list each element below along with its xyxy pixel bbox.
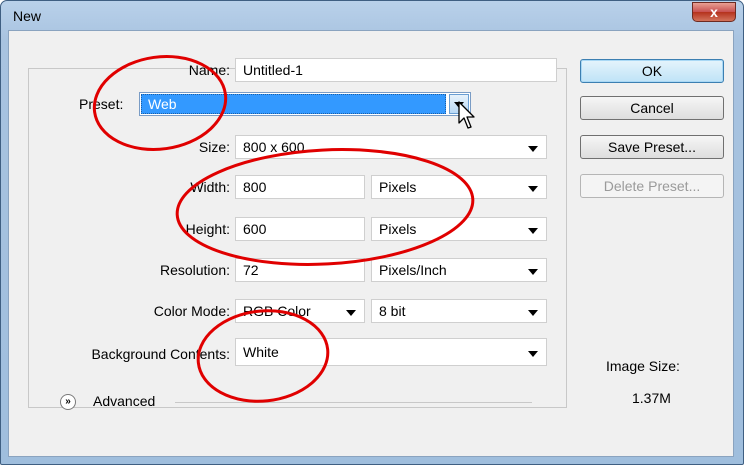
width-input[interactable]: 800 <box>235 175 365 199</box>
background-contents-value: White <box>243 344 279 360</box>
chevron-down-icon <box>528 186 538 192</box>
height-label: Height: <box>185 221 230 237</box>
chevron-down-icon <box>528 269 538 275</box>
background-contents-label: Background Contents: <box>91 346 230 362</box>
image-size-value: 1.37M <box>632 390 671 406</box>
chevron-down-icon <box>346 310 356 316</box>
size-dropdown[interactable]: 800 x 600 <box>235 135 547 159</box>
name-value: Untitled-1 <box>243 62 303 78</box>
title-bar: New x <box>1 1 743 31</box>
size-value: 800 x 600 <box>243 139 305 155</box>
preset-label: Preset: <box>77 96 126 112</box>
resolution-value: 72 <box>243 262 259 278</box>
name-label: Name: <box>188 62 230 78</box>
height-unit: Pixels <box>379 221 417 237</box>
height-unit-dropdown[interactable]: Pixels <box>371 217 547 241</box>
width-value: 800 <box>243 179 267 195</box>
chevron-down-icon <box>528 146 538 152</box>
save-preset-button[interactable]: Save Preset... <box>580 135 724 159</box>
width-unit-dropdown[interactable]: Pixels <box>371 175 547 199</box>
ok-button[interactable]: OK <box>580 59 724 83</box>
preset-dropdown[interactable]: Web <box>139 92 471 116</box>
image-size-label: Image Size: <box>606 358 680 374</box>
resolution-unit-dropdown[interactable]: Pixels/Inch <box>371 258 547 282</box>
advanced-divider <box>175 402 532 403</box>
name-input[interactable]: Untitled-1 <box>235 58 557 82</box>
close-icon: x <box>710 4 718 20</box>
height-input[interactable]: 600 <box>235 217 365 241</box>
width-unit: Pixels <box>379 179 417 195</box>
chevron-down-icon <box>528 228 538 234</box>
size-label: Size: <box>198 139 230 155</box>
chevron-down-icon <box>528 351 538 357</box>
bit-depth-dropdown[interactable]: 8 bit <box>371 299 547 323</box>
color-mode-label: Color Mode: <box>153 303 230 319</box>
expand-icon[interactable]: » <box>60 394 76 410</box>
resolution-unit: Pixels/Inch <box>379 262 447 278</box>
height-value: 600 <box>243 221 267 237</box>
advanced-label[interactable]: Advanced <box>93 393 155 409</box>
resolution-label: Resolution: <box>159 262 230 278</box>
resolution-input[interactable]: 72 <box>235 258 365 282</box>
background-contents-dropdown[interactable]: White <box>235 338 547 366</box>
mouse-pointer-icon <box>458 101 475 129</box>
chevron-down-icon <box>528 310 538 316</box>
width-label: Width: <box>190 179 230 195</box>
close-button[interactable]: x <box>692 2 736 22</box>
bit-depth-value: 8 bit <box>379 303 406 319</box>
cancel-button[interactable]: Cancel <box>580 96 724 120</box>
window-title: New <box>13 8 42 24</box>
preset-value: Web <box>141 94 446 114</box>
delete-preset-button: Delete Preset... <box>580 174 724 198</box>
color-mode-value: RGB Color <box>243 303 311 319</box>
color-mode-dropdown[interactable]: RGB Color <box>235 299 365 323</box>
